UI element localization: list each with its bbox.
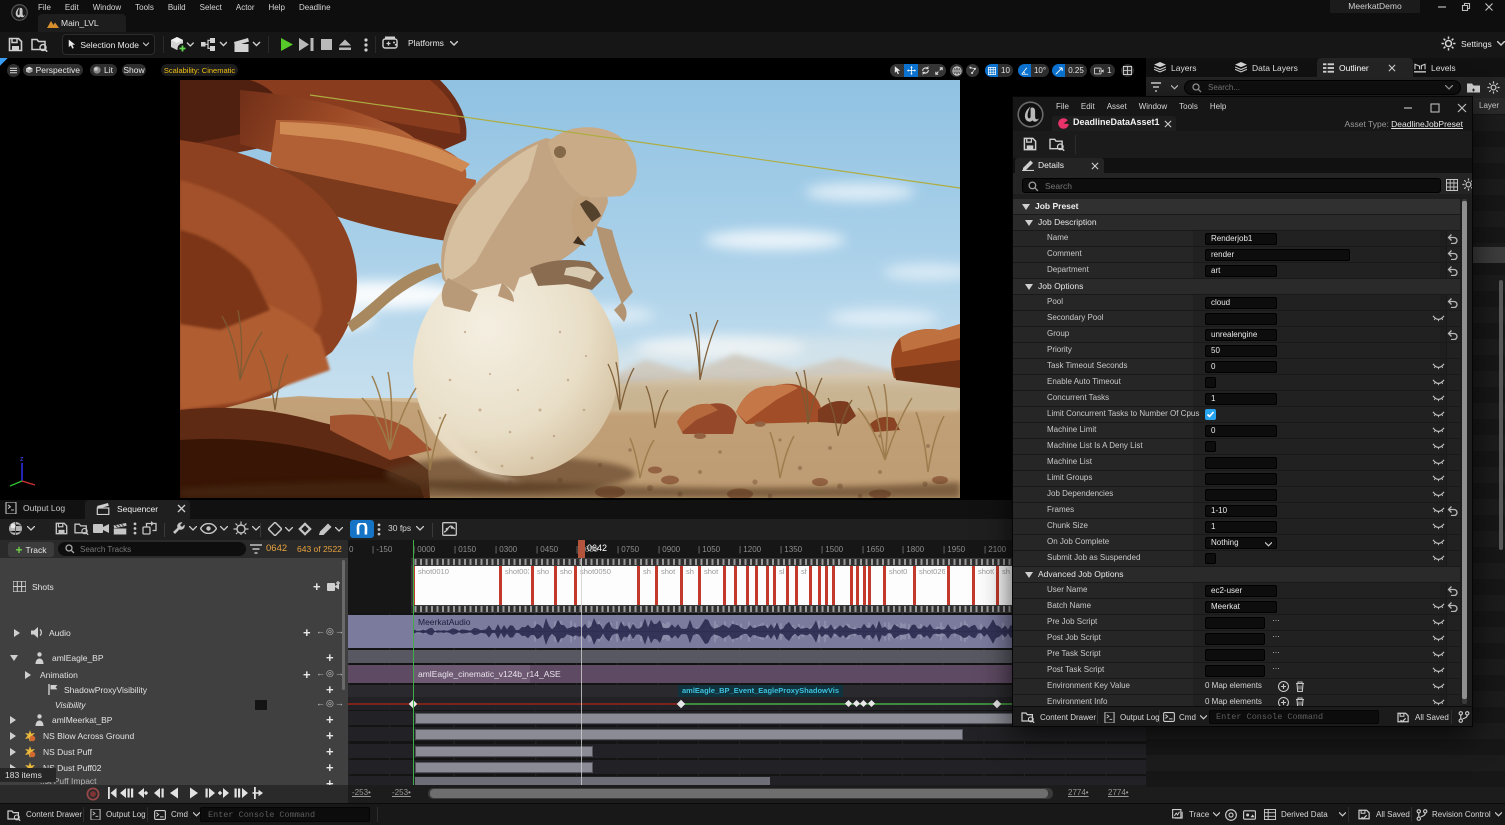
svg-text:z: z	[20, 456, 24, 463]
